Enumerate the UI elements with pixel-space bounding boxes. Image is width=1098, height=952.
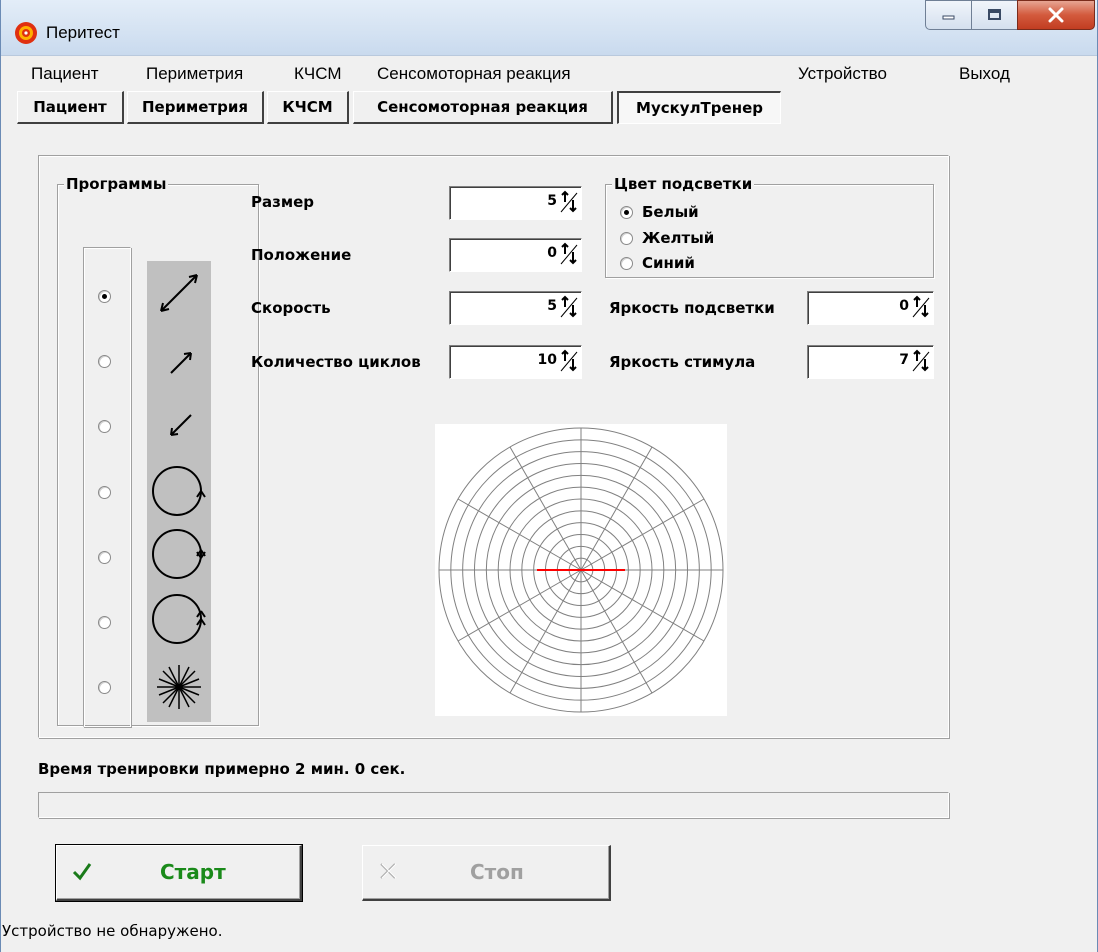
maximize-icon [987,9,1001,20]
color-radio-white[interactable] [620,206,633,219]
polar-grid [435,424,727,716]
program-icon-strip [147,261,211,722]
menu-item-perimetry[interactable]: Периметрия [146,64,243,84]
tab-bar: Пациент Периметрия КЧСМ Сенсомоторная ре… [17,91,917,125]
polar-spoke [580,446,653,571]
stop-button-label: Стоп [470,860,524,884]
title-bar[interactable]: Перитест [1,0,1097,56]
menu-bar: Пациент Периметрия КЧСМ Сенсомоторная ре… [11,58,1091,90]
backlight-brightness-label: Яркость подсветки [609,299,775,317]
polar-spoke [509,569,582,694]
spin-arrows-icon[interactable] [911,349,931,373]
spin-arrows-icon[interactable] [559,190,579,214]
peritest-app-icon [15,22,37,44]
maximize-button[interactable] [971,0,1018,30]
backlight-color-title: Цвет подсветки [612,175,755,193]
cycles-spinner[interactable]: 10 [449,345,582,379]
app-window: Перитест Пациент Периметрия КЧСМ Сенсомо… [0,0,1098,952]
size-spinner[interactable]: 5 [449,186,582,220]
program-radio-6[interactable] [98,616,111,629]
cycles-label: Количество циклов [251,353,421,371]
polar-spoke [580,569,705,642]
speed-value: 5 [547,298,557,314]
color-option-yellow[interactable]: Желтый [620,227,820,251]
polar-spoke [457,498,582,571]
cross-icon [380,863,397,879]
tab-sensorimotor[interactable]: Сенсомоторная реакция [353,91,613,124]
color-option-blue[interactable]: Синий [620,252,820,276]
diagonal-double-arrow-icon [160,274,198,312]
check-icon [72,863,92,881]
arrow-up-right-icon [170,352,192,374]
speed-spinner[interactable]: 5 [449,291,582,325]
arrow-down-left-icon [170,414,192,436]
speed-label: Скорость [251,299,331,317]
color-option-yellow-label: Желтый [642,229,715,247]
color-option-white[interactable]: Белый [620,201,820,225]
spin-arrows-icon[interactable] [559,295,579,319]
cycles-value: 10 [537,352,557,368]
window-title: Перитест [46,23,120,42]
position-label: Положение [251,246,352,264]
tab-kchsm[interactable]: КЧСМ [267,91,349,124]
circle-arrow-icon [152,466,206,516]
training-progress-bar [38,792,949,818]
position-value: 0 [547,245,557,261]
menu-item-sensorimotor[interactable]: Сенсомоторная реакция [377,64,571,84]
stimulus-brightness-label: Яркость стимула [609,353,756,371]
spin-arrows-icon[interactable] [559,349,579,373]
position-spinner[interactable]: 0 [449,238,582,272]
start-button-label: Старт [160,860,226,884]
programs-group-title: Программы [64,175,169,193]
program-radio-7[interactable] [98,681,111,694]
stimulus-brightness-spinner[interactable]: 7 [807,345,934,379]
stimulus-brightness-value: 7 [899,352,909,368]
program-radio-5[interactable] [98,551,111,564]
color-radio-blue[interactable] [620,257,633,270]
tab-perimetry[interactable]: Периметрия [127,91,264,124]
star-burst-icon [157,665,201,709]
backlight-brightness-value: 0 [899,298,909,314]
menu-item-device[interactable]: Устройство [798,64,887,84]
color-option-blue-label: Синий [642,254,695,272]
spin-arrows-icon[interactable] [559,242,579,266]
backlight-brightness-spinner[interactable]: 0 [807,291,934,325]
size-label: Размер [251,193,315,211]
main-panel: Программы Размер 5 Положение 0 Скорость … [38,155,949,738]
minimize-button[interactable] [925,0,972,30]
menu-item-exit[interactable]: Выход [959,64,1010,84]
polar-spoke [509,446,582,571]
program-radio-column [83,247,131,727]
spin-arrows-icon[interactable] [911,295,931,319]
polar-spoke [580,498,705,571]
color-option-white-label: Белый [642,203,699,221]
polar-spoke [457,569,582,642]
programs-group: Программы [57,175,259,727]
circle-triple-arrow-icon [152,594,206,644]
minimize-icon [942,15,954,20]
program-radio-1[interactable] [98,290,111,303]
training-time-text: Время тренировки примерно 2 мин. 0 сек. [38,760,406,778]
program-radio-2[interactable] [98,355,111,368]
close-button[interactable] [1017,0,1095,30]
menu-item-kchsm[interactable]: КЧСМ [294,64,341,84]
tab-patient[interactable]: Пациент [17,91,124,124]
close-icon [1048,7,1064,23]
backlight-color-group: Цвет подсветки Белый Желтый Синий [605,175,934,278]
polar-spoke [580,569,653,694]
stop-button[interactable]: Стоп [362,845,611,901]
start-button[interactable]: Старт [55,844,303,902]
program-radio-4[interactable] [98,486,111,499]
program-radio-3[interactable] [98,420,111,433]
size-value: 5 [547,193,557,209]
tab-muscle-trainer[interactable]: МускулТренер [617,91,781,124]
color-radio-yellow[interactable] [620,232,633,245]
menu-item-patient[interactable]: Пациент [31,64,99,84]
circle-double-arrow-icon [152,529,206,579]
status-text: Устройство не обнаружено. [2,922,223,940]
